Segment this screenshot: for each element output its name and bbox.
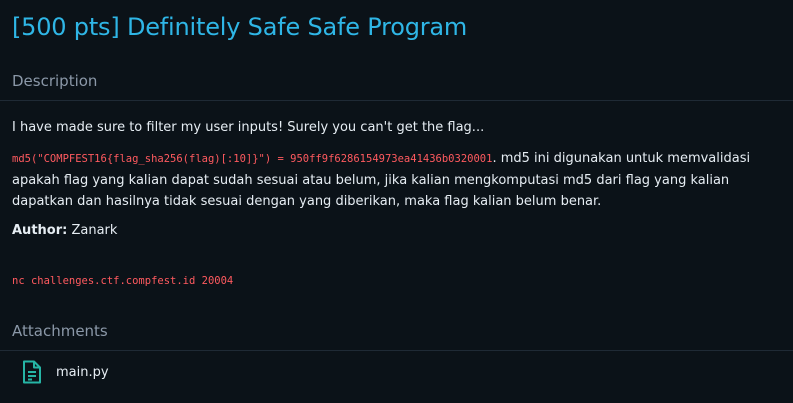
connection-command: nc challenges.ctf.compfest.id 20004: [12, 275, 234, 287]
attachments-header: Attachments: [12, 322, 108, 340]
attachment-main-py[interactable]: main.py: [22, 360, 109, 384]
md5-code: md5("COMPFEST16{flag_sha256(flag)[:10]}"…: [12, 153, 493, 165]
description-intro: I have made sure to filter my user input…: [12, 120, 485, 135]
attachments-divider: [0, 350, 793, 351]
description-header: Description: [12, 72, 98, 90]
challenge-title: [500 pts] Definitely Safe Safe Program: [12, 13, 468, 41]
author-line: Author: Zanark: [12, 220, 787, 241]
author-name: Zanark: [67, 223, 118, 238]
author-label: Author:: [12, 223, 68, 238]
file-text-icon: [22, 360, 42, 384]
description-divider: [0, 100, 793, 101]
md5-paragraph: md5("COMPFEST16{flag_sha256(flag)[:10]}"…: [12, 148, 787, 212]
attachment-file-name[interactable]: main.py: [56, 365, 109, 380]
